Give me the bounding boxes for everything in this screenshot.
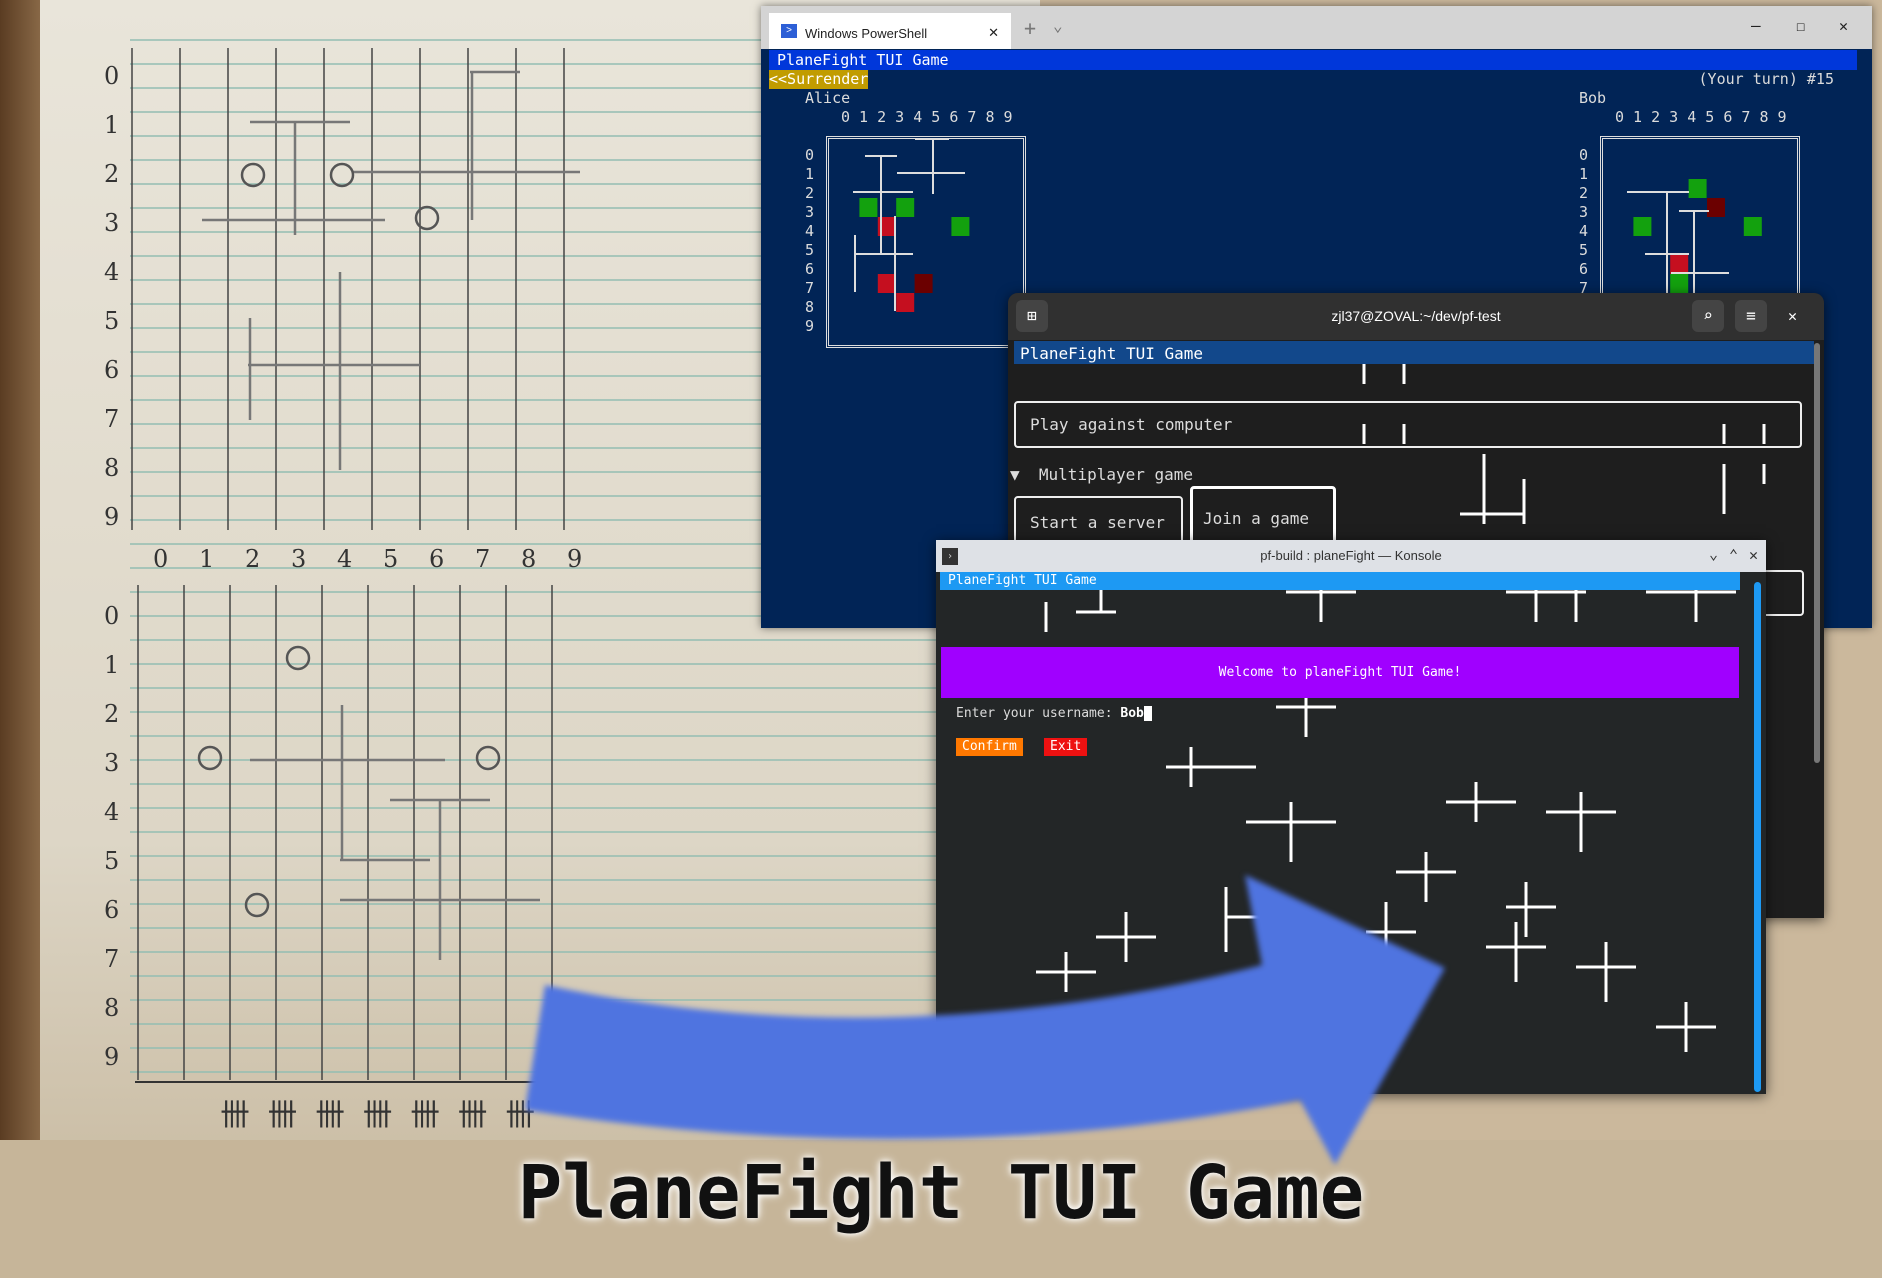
- arrow-icon: [525, 875, 1445, 1165]
- caption-title: PlaneFight TUI Game: [517, 1150, 1365, 1236]
- arrow-graphic: [525, 875, 1445, 1165]
